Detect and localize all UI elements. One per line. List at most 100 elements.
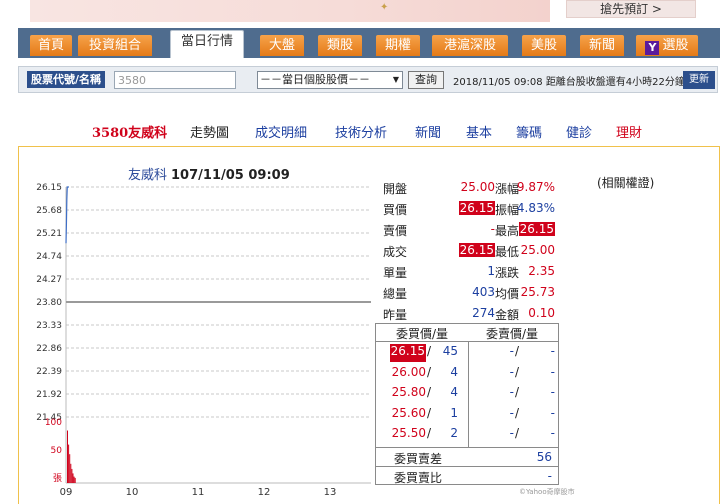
tab-portfolio[interactable]: 投資組合	[78, 35, 152, 56]
quote-row: 賣價 - 最高 26.15	[383, 222, 593, 240]
ask-price: -	[509, 426, 514, 440]
quote-value: 274	[472, 306, 495, 320]
ask-price: -	[509, 364, 514, 379]
stock-name: 3580友威科	[92, 126, 168, 141]
banner-button[interactable]: 搶先預訂 >	[566, 0, 696, 18]
subnav-technical[interactable]: 技術分析	[335, 122, 387, 141]
volume-bar	[68, 444, 70, 483]
quote-value: 9.87%	[516, 180, 555, 194]
stock-subnav: 3580友威科 走勢圖 成交明細 技術分析 新聞 基本 籌碼 健診 理財	[0, 122, 720, 141]
bid-qty: 1	[450, 405, 458, 420]
quote-panel: 友威科 107/11/05 09:09 26.15 25.68 25.21 24.74 2…	[18, 146, 720, 504]
tab-screener[interactable]: Y 選股	[636, 35, 698, 56]
ask-qty: -	[550, 364, 555, 379]
volume-bar	[73, 476, 75, 483]
bid-ask-diff-row: 委買賣差 56	[376, 447, 558, 467]
yahoo-icon: Y	[645, 41, 660, 55]
search-label: 股票代號/名稱	[27, 71, 106, 88]
ask-price: -	[509, 385, 514, 399]
time-axis: 09 10 11 12 13	[60, 487, 337, 498]
bid-qty: 4	[450, 364, 458, 379]
volume-tick-label: 張	[53, 473, 62, 484]
quote-label: 單量	[383, 266, 408, 280]
separator: /	[427, 426, 432, 440]
volume-axis: 100 50 張	[45, 418, 62, 484]
quote-value: 26.15	[458, 201, 495, 215]
bid-header: 委買價/量	[396, 327, 449, 341]
diff-value: 56	[536, 450, 552, 464]
tab-news[interactable]: 新聞	[580, 35, 624, 56]
ask-header: 委賣價/量	[486, 327, 539, 341]
bid-price: 25.60	[391, 405, 426, 420]
separator: /	[515, 385, 520, 399]
tab-intraday[interactable]: 當日行情	[170, 30, 244, 58]
time-tick-label: 10	[126, 487, 139, 498]
subnav-chips[interactable]: 籌碼	[516, 122, 542, 141]
price-tick-label: 24.74	[36, 252, 62, 262]
time-tick-label: 12	[258, 487, 271, 498]
tab-market[interactable]: 大盤	[260, 35, 304, 56]
quote-value: 1	[487, 264, 495, 278]
quote-value: 26.15	[518, 222, 555, 236]
quote-value: 403	[472, 285, 495, 299]
bid-price: 26.00	[391, 364, 426, 379]
tab-home[interactable]: 首頁	[30, 35, 72, 56]
subnav-trades[interactable]: 成交明細	[255, 122, 307, 141]
subnav-basic[interactable]: 基本	[466, 122, 492, 141]
quote-value: 25.00	[520, 243, 555, 257]
ask-qty: -	[550, 385, 555, 399]
quote-label: 成交	[383, 245, 408, 259]
volume-bar	[69, 454, 71, 483]
price-tick-label: 23.80	[36, 298, 62, 308]
quote-row: 昨量 274 金額 0.10	[383, 306, 593, 324]
quote-label: 金額	[495, 308, 520, 322]
page-select[interactable]: －－當日個股股價－－ ▼	[257, 71, 403, 89]
bid-qty: 4	[450, 385, 458, 399]
time-tick-label: 13	[324, 487, 337, 498]
quote-row: 單量 1 漲跌 2.35	[383, 264, 593, 282]
price-tick-label: 25.21	[36, 229, 62, 239]
subnav-news[interactable]: 新聞	[415, 122, 441, 141]
chevron-down-icon: ▼	[392, 75, 399, 84]
page-select-value: －－當日個股股價－－	[260, 73, 370, 86]
subnav-finance[interactable]: 理財	[616, 122, 642, 141]
quote-value: 4.83%	[516, 201, 555, 215]
book-divider	[468, 342, 469, 447]
subnav-chart[interactable]: 走勢圖	[190, 122, 229, 141]
ask-price: -	[509, 344, 514, 358]
main-nav: 首頁 投資組合 當日行情 大盤 類股 期權 港滬深股 美股 新聞 Y 選股	[18, 28, 720, 58]
separator: /	[427, 364, 432, 379]
order-book-header: 委買價/量 委賣價/量	[376, 324, 558, 342]
volume-tick-label: 50	[51, 446, 63, 456]
query-button[interactable]: 查詢	[408, 71, 444, 89]
chart-grid	[65, 186, 371, 484]
tab-us[interactable]: 美股	[522, 35, 566, 56]
quote-label: 開盤	[383, 182, 408, 196]
time-tick-label: 09	[60, 487, 73, 498]
ask-price: -	[509, 405, 514, 420]
stock-search-input[interactable]	[114, 71, 236, 89]
price-tick-label: 22.86	[36, 344, 62, 354]
subnav-health[interactable]: 健診	[566, 122, 592, 141]
volume-bar	[72, 473, 74, 483]
quote-label: 賣價	[383, 224, 408, 238]
tab-sectors[interactable]: 類股	[318, 35, 362, 56]
tab-hk-cn[interactable]: 港滬深股	[432, 35, 508, 56]
separator: /	[515, 364, 520, 379]
banner-ad[interactable]: ✦	[30, 0, 550, 22]
quote-label: 漲跌	[495, 266, 520, 280]
price-tick-label: 26.15	[36, 183, 62, 193]
quote-row: 開盤 25.00 漲幅 9.87%	[383, 180, 593, 198]
bid-qty: 2	[450, 426, 458, 440]
time-tick-label: 11	[192, 487, 205, 498]
separator: /	[515, 405, 520, 420]
bid-price: 26.15	[389, 344, 426, 362]
volume-bar	[74, 477, 76, 483]
refresh-button[interactable]: 更新	[683, 71, 715, 89]
price-tick-label: 24.27	[36, 275, 62, 285]
tab-options[interactable]: 期權	[376, 35, 420, 56]
ask-qty: -	[550, 344, 555, 358]
related-warrants-link[interactable]: (相關權證)	[597, 174, 654, 191]
quote-label: 總量	[383, 287, 408, 301]
bid-qty: 45	[442, 344, 458, 358]
